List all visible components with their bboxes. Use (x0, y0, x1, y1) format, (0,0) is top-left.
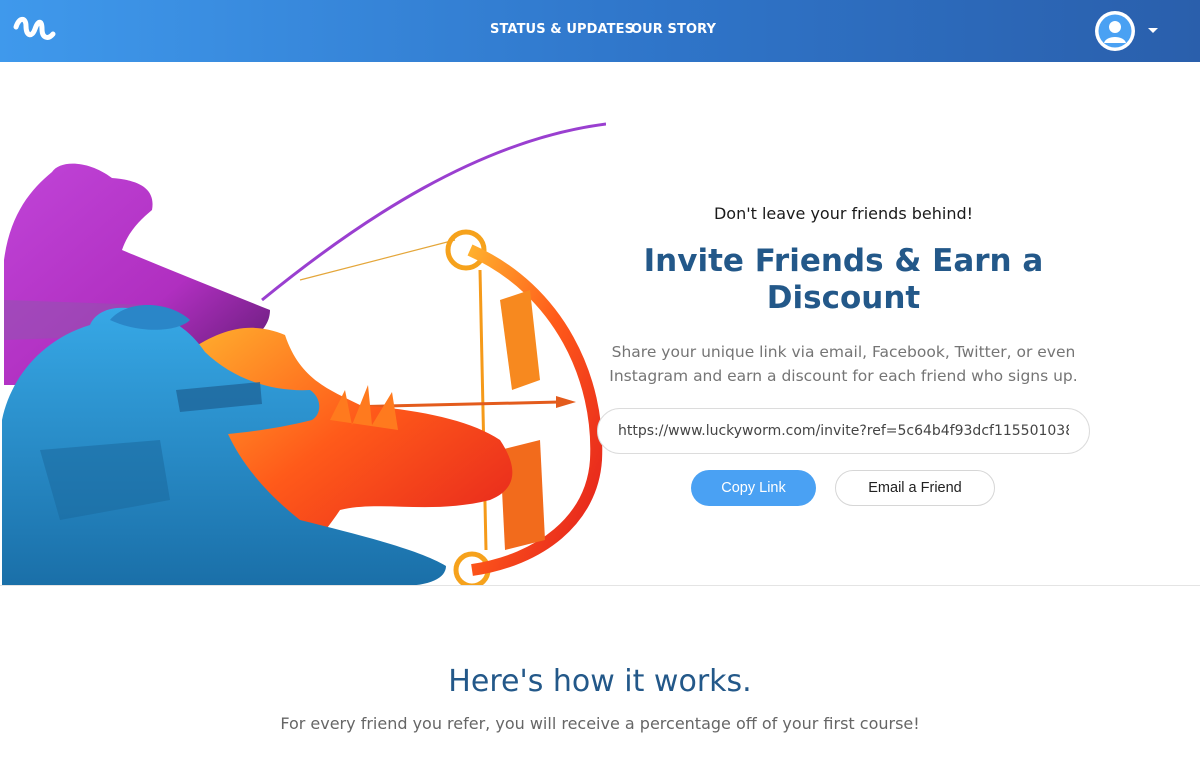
nav-status-updates[interactable]: STATUS & UPDATES (490, 22, 634, 37)
how-it-works-subtitle: For every friend you refer, you will rec… (280, 714, 920, 733)
how-it-works-title: Here's how it works. (448, 664, 752, 699)
caret-down-icon[interactable] (1148, 28, 1158, 33)
invite-link-field[interactable] (597, 408, 1090, 454)
hero-illustration (2, 122, 606, 586)
main-nav: STATUS & UPDATES OUR STORY (0, 0, 1200, 62)
user-avatar-icon[interactable] (1095, 11, 1135, 51)
hero-description: Share your unique link via email, Facebo… (609, 343, 1078, 385)
hero-eyebrow: Don't leave your friends behind! (713, 204, 974, 223)
email-friend-button[interactable]: Email a Friend (835, 470, 995, 506)
section-divider (0, 585, 1200, 586)
page-title: Invite Friends & Earn a Discount (643, 243, 1044, 316)
top-navbar: STATUS & UPDATES OUR STORY (0, 0, 1200, 62)
copy-link-button[interactable]: Copy Link (691, 470, 816, 506)
nav-our-story[interactable]: OUR STORY (631, 22, 716, 37)
